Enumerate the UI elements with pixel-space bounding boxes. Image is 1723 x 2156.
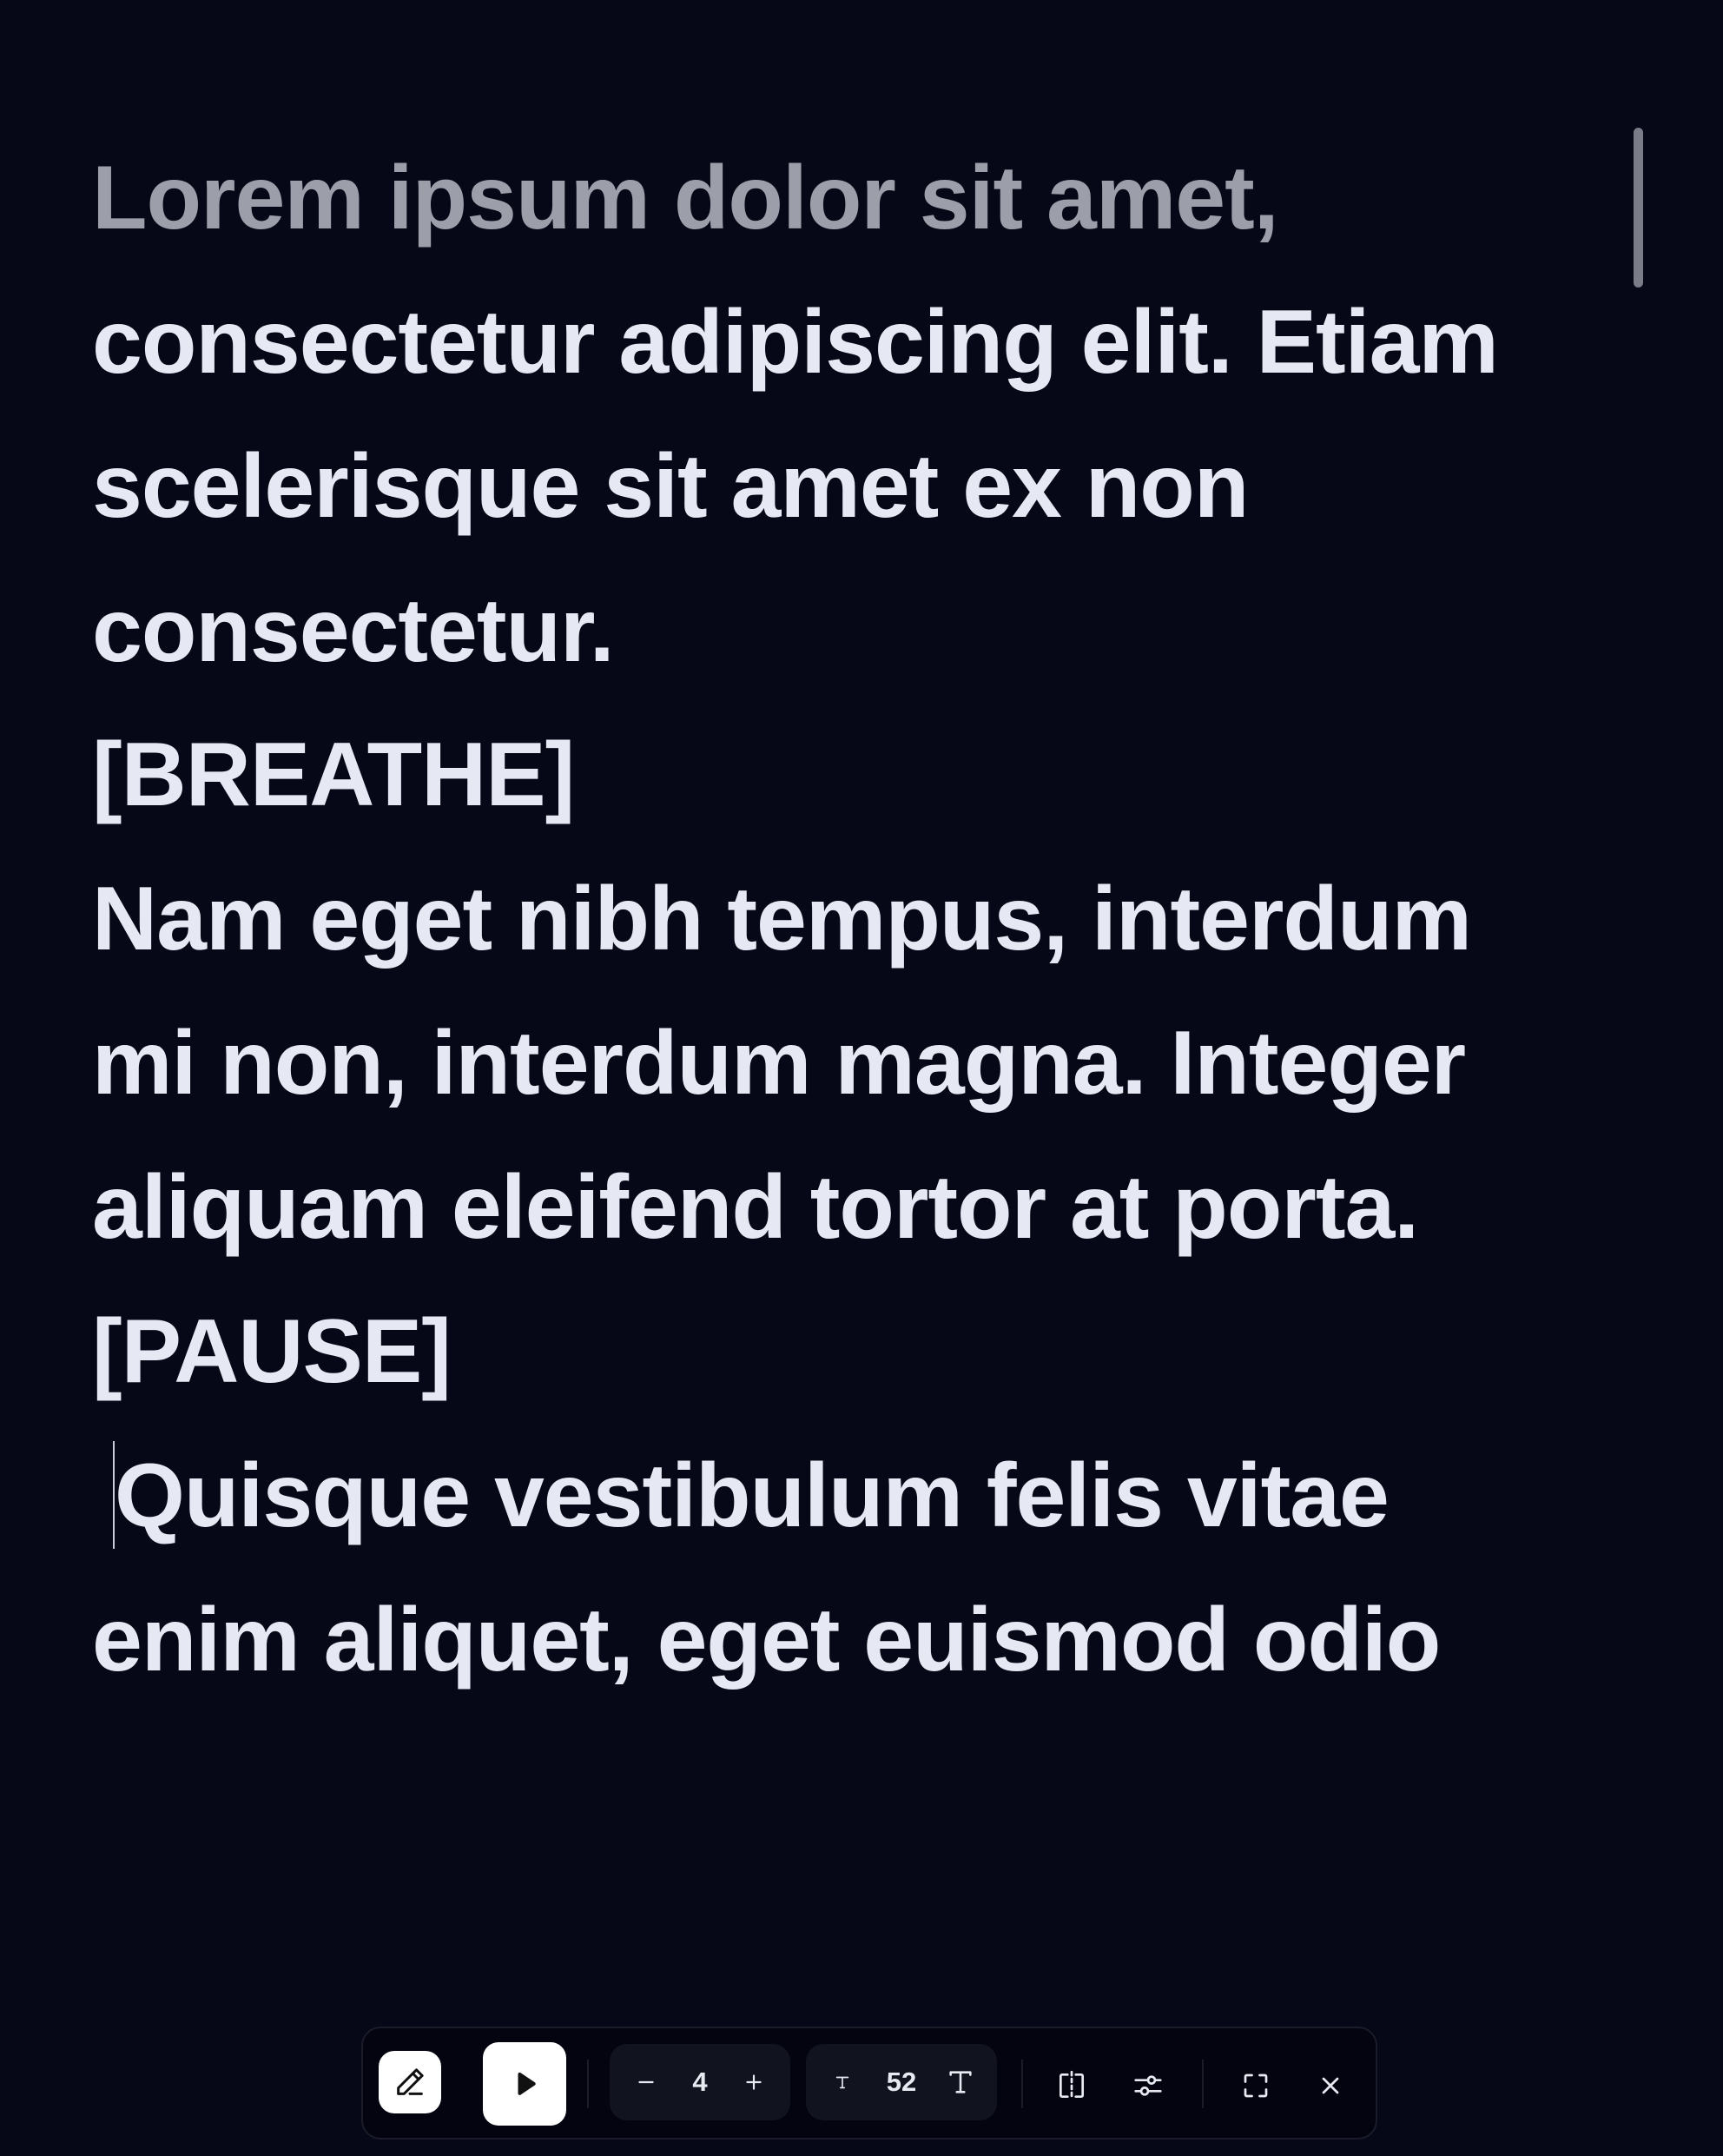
toolbar-divider [1202, 2060, 1204, 2108]
plus-icon [743, 2071, 765, 2093]
script-line: enim aliquet, eget euismod odio [92, 1590, 1441, 1690]
cue-breathe: [BREATHE] [92, 724, 575, 825]
sliders-icon [1132, 2069, 1165, 2102]
close-icon [1317, 2072, 1344, 2100]
script-line-text: Quisque vestibulum felis vitae [115, 1445, 1390, 1546]
script-line: consectetur. [92, 580, 615, 681]
script-line: scelerisque sit amet ex non [92, 436, 1249, 537]
small-t-icon [833, 2073, 852, 2092]
script-line: Nam eget nibh tempus, interdum [92, 869, 1472, 969]
pencil-icon [393, 2065, 427, 2100]
toolbar-divider [1021, 2060, 1023, 2108]
edit-button[interactable] [379, 2051, 441, 2113]
toolbar-divider [587, 2060, 589, 2108]
large-t-icon [946, 2067, 975, 2097]
font-size-control: 52 [806, 2044, 997, 2120]
scrollbar-thumb[interactable] [1634, 128, 1643, 288]
speed-decrease-button[interactable] [624, 2044, 669, 2120]
script-line-current: Quisque vestibulum felis vitae [92, 1424, 1586, 1568]
speed-increase-button[interactable] [731, 2044, 776, 2120]
font-increase-button[interactable] [936, 2044, 985, 2120]
mirror-icon [1055, 2069, 1088, 2102]
prompter-toolbar: 4 52 [361, 2027, 1377, 2139]
speed-control: 4 [610, 2044, 790, 2120]
teleprompter-script[interactable]: Lorem ipsum dolor sit amet, consectetur … [92, 126, 1586, 1950]
script-line: consectetur adipiscing elit. Etiam [92, 292, 1499, 393]
speed-value: 4 [692, 2067, 708, 2097]
play-icon [509, 2068, 540, 2100]
fullscreen-button[interactable] [1228, 2058, 1284, 2113]
play-button[interactable] [483, 2042, 566, 2126]
cue-pause: [PAUSE] [92, 1301, 452, 1402]
font-decrease-button[interactable] [820, 2044, 865, 2120]
font-size-value: 52 [886, 2067, 917, 2097]
minus-icon [635, 2071, 657, 2093]
close-button[interactable] [1303, 2058, 1358, 2113]
script-line: mi non, interdum magna. Integer [92, 1013, 1466, 1114]
settings-button[interactable] [1120, 2058, 1176, 2113]
script-line-read: Lorem ipsum dolor sit amet, [92, 148, 1279, 248]
script-line: aliquam eleifend tortor at porta. [92, 1157, 1419, 1258]
fullscreen-icon [1240, 2070, 1271, 2101]
mirror-button[interactable] [1044, 2058, 1099, 2113]
